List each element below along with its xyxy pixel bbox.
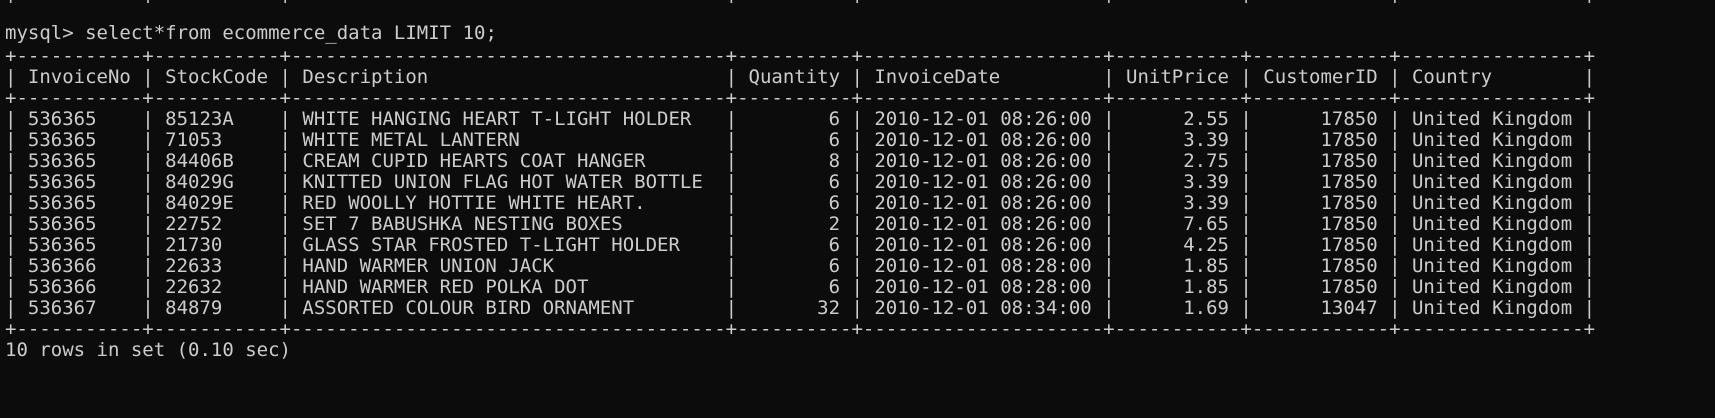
table-row: | 536365 | 84029G | KNITTED UNION FLAG H… — [5, 171, 1596, 193]
table-border-header: +-----------+-----------+---------------… — [5, 87, 1596, 109]
sql-command: select*from ecommerce_data LIMIT 10; — [85, 22, 497, 44]
table-row: | 536365 | 84406B | CREAM CUPID HEARTS C… — [5, 150, 1596, 172]
table-row: | 536367 | 84879 | ASSORTED COLOUR BIRD … — [5, 297, 1596, 319]
previous-output-line: +-----------+-----------+---------------… — [5, 0, 1595, 10]
command-line: mysql> select*from ecommerce_data LIMIT … — [5, 22, 497, 45]
table-header-row: | InvoiceNo | StockCode | Description | … — [5, 66, 1596, 88]
table-row: | 536366 | 22633 | HAND WARMER UNION JAC… — [5, 255, 1596, 277]
table-row: | 536365 | 85123A | WHITE HANGING HEART … — [5, 108, 1596, 130]
query-result-summary: 10 rows in set (0.10 sec) — [5, 339, 291, 361]
table-row: | 536365 | 22752 | SET 7 BABUSHKA NESTIN… — [5, 213, 1596, 235]
table-border-top: +-----------+-----------+---------------… — [5, 45, 1596, 67]
table-row: | 536365 | 71053 | WHITE METAL LANTERN |… — [5, 129, 1596, 151]
table-row: | 536366 | 22632 | HAND WARMER RED POLKA… — [5, 276, 1596, 298]
mysql-prompt: mysql> — [5, 22, 86, 44]
table-row: | 536365 | 21730 | GLASS STAR FROSTED T-… — [5, 234, 1596, 256]
table-row: | 536365 | 84029E | RED WOOLLY HOTTIE WH… — [5, 192, 1596, 214]
terminal-window[interactable]: +-----------+-----------+---------------… — [0, 0, 1715, 418]
table-border-bottom: +-----------+-----------+---------------… — [5, 318, 1596, 340]
